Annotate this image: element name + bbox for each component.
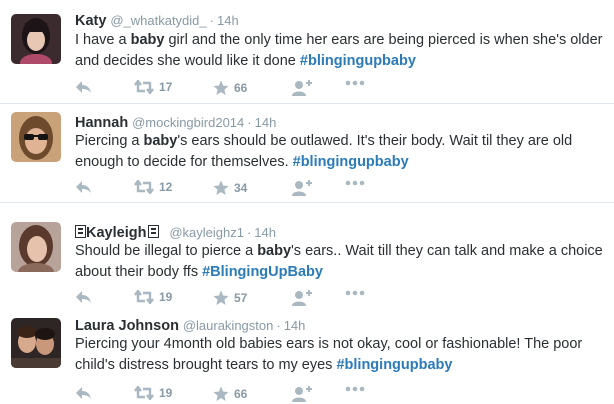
retweet-button[interactable]: 19: [134, 290, 172, 304]
separator-dot: ·: [276, 318, 281, 333]
text-highlight: baby: [143, 133, 178, 149]
retweet-count: 19: [159, 386, 173, 400]
author-handle[interactable]: @laurakingston: [183, 318, 274, 333]
tweet-header: Katy @_whatkatydid_ · 14h: [75, 11, 239, 30]
reply-button[interactable]: [75, 80, 93, 94]
follow-icon: [292, 80, 312, 96]
more-icon: [345, 80, 365, 86]
separator-dot: ·: [246, 225, 252, 240]
hashtag-link[interactable]: #blingingupbaby: [300, 53, 416, 69]
hashtag-link[interactable]: #blingingupbaby: [336, 357, 452, 373]
more-button[interactable]: [345, 386, 365, 392]
follow-button[interactable]: [292, 180, 312, 196]
author-name[interactable]: Kayleigh: [86, 225, 146, 241]
timestamp[interactable]: 14h: [254, 225, 276, 240]
text-segment: Should be illegal to pierce a: [75, 243, 258, 259]
favorite-button[interactable]: 57: [213, 290, 247, 306]
retweet-button[interactable]: 19: [134, 386, 172, 400]
separator-dot: ·: [247, 115, 252, 130]
reply-button[interactable]: [75, 290, 93, 304]
tweet-text: Piercing a baby's ears should be outlawe…: [75, 131, 607, 173]
avatar[interactable]: [11, 112, 61, 162]
hashtag-link[interactable]: #blingingupbaby: [293, 154, 409, 170]
reply-icon: [76, 181, 91, 193]
follow-button[interactable]: [292, 80, 312, 96]
favorite-button[interactable]: 34: [213, 180, 247, 196]
timestamp[interactable]: 14h: [255, 115, 277, 130]
retweet-count: 19: [159, 290, 173, 304]
more-button[interactable]: [345, 290, 365, 296]
avatar[interactable]: [11, 222, 61, 272]
avatar[interactable]: [11, 14, 61, 64]
more-icon: [345, 180, 365, 186]
retweet-icon: [134, 180, 154, 194]
star-icon: [213, 180, 229, 195]
more-button[interactable]: [345, 180, 365, 186]
tweet-card: Kayleigh @kayleighz1 · 14h Should be illeg…: [0, 214, 614, 310]
timestamp[interactable]: 14h: [217, 13, 239, 28]
tweet-text: I have a baby girl and the only time her…: [75, 30, 607, 72]
timestamp[interactable]: 14h: [284, 318, 306, 333]
favorite-button[interactable]: 66: [213, 386, 247, 402]
tweet-header: Hannah @mockingbird2014 · 14h: [75, 113, 276, 132]
author-handle[interactable]: @_whatkatydid_: [110, 13, 206, 28]
text-segment: Piercing a: [75, 133, 144, 149]
favorite-button[interactable]: 66: [213, 80, 247, 96]
reply-icon: [76, 387, 91, 399]
reply-icon: [76, 81, 91, 93]
hashtag-link[interactable]: #BlingingUpBaby: [202, 264, 323, 280]
author-name[interactable]: Laura Johnson: [75, 318, 179, 334]
author-handle[interactable]: @mockingbird2014: [132, 115, 244, 130]
star-icon: [213, 386, 229, 401]
more-icon: [345, 386, 365, 392]
tweet-card: Laura Johnson @laurakingston · 14h Piercin…: [0, 310, 614, 404]
retweet-icon: [134, 386, 154, 400]
author-name[interactable]: Hannah: [75, 115, 128, 131]
retweet-button[interactable]: 17: [134, 80, 172, 94]
emoji-icon: [75, 225, 86, 238]
reply-icon: [76, 291, 91, 303]
retweet-icon: [134, 80, 154, 94]
tweet-text: Should be illegal to pierce a baby's ear…: [75, 241, 607, 283]
more-icon: [345, 290, 365, 296]
favorite-count: 66: [234, 81, 248, 95]
tweet-text: Piercing your 4month old babies ears is …: [75, 334, 607, 376]
text-highlight: baby: [257, 243, 292, 259]
favorite-count: 57: [234, 291, 248, 305]
star-icon: [213, 290, 229, 305]
follow-button[interactable]: [292, 290, 312, 306]
tweet-header: Kayleigh @kayleighz1 · 14h: [75, 223, 276, 242]
follow-icon: [292, 290, 312, 306]
favorite-count: 66: [234, 387, 248, 401]
retweet-icon: [134, 290, 154, 304]
text-highlight: baby: [130, 32, 165, 48]
tweet-card: Hannah @mockingbird2014 · 14h Piercing a b…: [0, 104, 614, 203]
tweet-header: Laura Johnson @laurakingston · 14h: [75, 316, 305, 335]
text-segment: I have a: [75, 32, 131, 48]
author-name[interactable]: Katy: [75, 13, 106, 29]
author-handle[interactable]: @kayleighz1: [169, 225, 244, 240]
follow-icon: [292, 386, 312, 402]
separator-dot: ·: [209, 13, 214, 28]
follow-icon: [292, 180, 312, 196]
text-segment: Piercing your 4month old babies ears is …: [75, 336, 583, 373]
favorite-count: 34: [234, 181, 248, 195]
star-icon: [213, 80, 229, 95]
avatar[interactable]: [11, 318, 61, 368]
tweet-card: Katy @_whatkatydid_ · 14h I have a baby gi…: [0, 0, 614, 104]
reply-button[interactable]: [75, 386, 93, 400]
follow-button[interactable]: [292, 386, 312, 402]
emoji-icon: [148, 225, 160, 238]
retweet-count: 17: [159, 80, 173, 94]
reply-button[interactable]: [75, 180, 93, 194]
retweet-count: 12: [159, 180, 173, 194]
retweet-button[interactable]: 12: [134, 180, 172, 194]
more-button[interactable]: [345, 80, 365, 86]
